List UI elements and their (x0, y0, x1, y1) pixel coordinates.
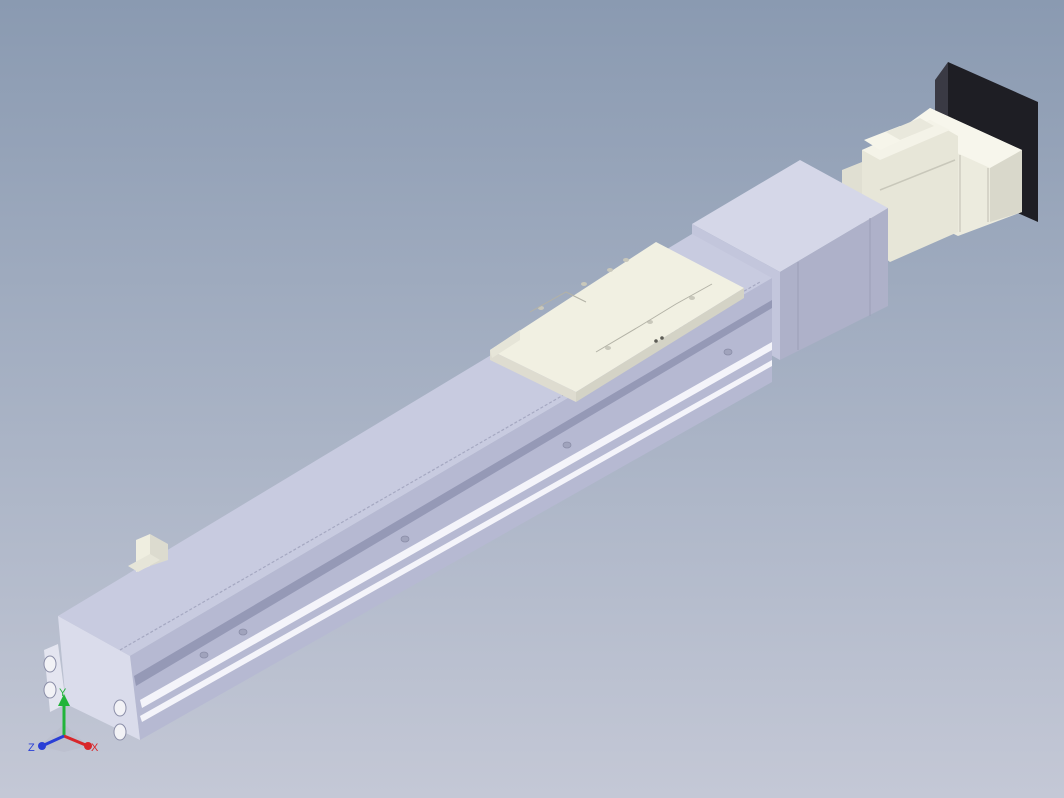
z-axis-label: Z (28, 742, 35, 754)
cad-scene[interactable]: Y X Z (0, 0, 1064, 798)
x-axis-label: X (91, 742, 99, 754)
y-axis-label: Y (59, 687, 67, 699)
3d-viewport[interactable]: Y X Z (0, 0, 1064, 798)
